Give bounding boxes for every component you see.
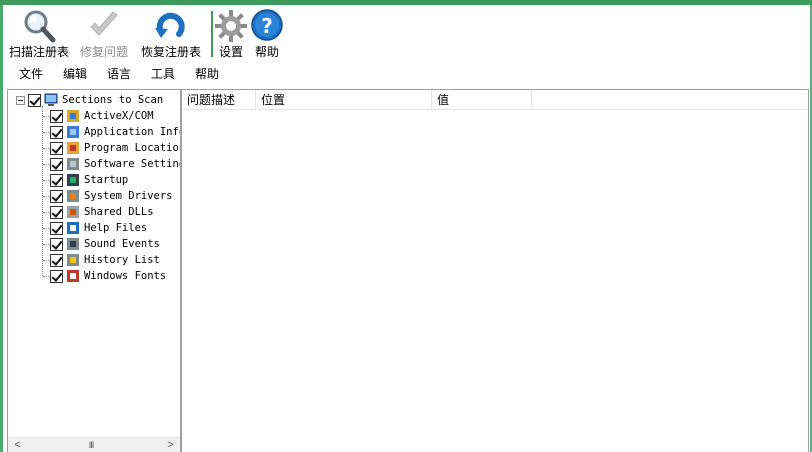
tree-item[interactable]: Application Info (50, 124, 181, 140)
tree-item[interactable]: Sound Events (50, 236, 160, 252)
tree-item-label: ActiveX/COM (84, 110, 154, 122)
tree-item-checkbox[interactable] (50, 221, 63, 235)
sections-tree[interactable]: Sections to Scan ActiveX/COM Application … (8, 90, 180, 438)
menu-language[interactable]: 语言 (107, 66, 131, 82)
column-value[interactable]: 值 (432, 90, 532, 110)
tree-item-label: Application Info (84, 126, 181, 138)
magnifier-icon (24, 10, 56, 43)
tree-item-checkbox[interactable] (50, 253, 63, 267)
tree-item[interactable]: Shared DLLs (50, 204, 154, 220)
tree-item[interactable]: Help Files (50, 220, 147, 236)
scroll-right-button[interactable]: > (163, 439, 178, 452)
checkmark-icon (90, 11, 118, 36)
tree-item-label: Sound Events (84, 238, 160, 250)
application-info-icon (67, 126, 79, 138)
scan-registry-button[interactable]: 扫描注册表 (7, 5, 71, 61)
settings-label: 设置 (218, 45, 243, 59)
help-label: 帮助 (254, 45, 279, 59)
tree-item[interactable]: Startup (50, 172, 128, 188)
svg-text:?: ? (261, 14, 273, 38)
program-locations-icon (67, 142, 79, 154)
tree-item-label: Program Locations (84, 142, 181, 154)
tree-item-checkbox[interactable] (50, 109, 63, 123)
tree-item-label: System Drivers (84, 190, 173, 202)
tree-item-checkbox[interactable] (50, 237, 63, 251)
sections-tree-panel: Sections to Scan ActiveX/COM Application … (7, 89, 181, 452)
tree-item[interactable]: System Drivers (50, 188, 173, 204)
tree-item-label: History List (84, 254, 160, 266)
tree-item[interactable]: Program Locations (50, 140, 181, 156)
tree-item-label: Help Files (84, 222, 148, 234)
restore-registry-label: 恢复注册表 (140, 45, 201, 59)
activex-icon (67, 110, 79, 122)
tree-item[interactable]: Software Settings (50, 156, 181, 172)
tree-item-label: Shared DLLs (84, 206, 154, 218)
menu-edit[interactable]: 编辑 (63, 66, 87, 82)
fix-issues-button[interactable]: 修复问题 (77, 5, 131, 61)
tree-item-label: Startup (84, 174, 129, 186)
scan-registry-label: 扫描注册表 (8, 45, 69, 59)
menu-help[interactable]: 帮助 (195, 66, 219, 82)
tree-item-checkbox[interactable] (50, 125, 63, 139)
tree-item[interactable]: Windows Fonts (50, 268, 166, 284)
computer-icon (44, 93, 58, 106)
toolbar: 扫描注册表 修复问题 恢复注册表 设置 ? 帮助 (3, 5, 808, 61)
shared-dlls-icon (67, 206, 79, 218)
menu-file[interactable]: 文件 (19, 66, 43, 82)
list-header: 问题描述 位置 值 (182, 90, 808, 110)
scroll-thumb-grip[interactable]: III (84, 440, 98, 450)
settings-button[interactable]: 设置 (215, 5, 247, 61)
tree-root-checkbox[interactable] (28, 93, 41, 107)
history-list-icon (67, 254, 79, 266)
menu-tools[interactable]: 工具 (151, 66, 175, 82)
issues-list-panel[interactable]: 问题描述 位置 值 (181, 89, 809, 452)
tree-root-node[interactable]: Sections to Scan (16, 92, 163, 108)
restore-arrow-icon (155, 12, 185, 38)
collapse-toggle[interactable] (16, 95, 25, 105)
tree-item-checkbox[interactable] (50, 157, 63, 171)
windows-fonts-icon (67, 270, 79, 282)
tree-item[interactable]: History List (50, 252, 160, 268)
menu-bar: 文件 编辑 语言 工具 帮助 (3, 63, 808, 85)
gear-icon (215, 10, 247, 42)
tree-item-label: Software Settings (84, 158, 181, 170)
scroll-left-button[interactable]: < (10, 439, 25, 452)
startup-icon (67, 174, 79, 186)
column-location[interactable]: 位置 (256, 90, 432, 110)
tree-root-label: Sections to Scan (62, 94, 164, 106)
help-button[interactable]: ? 帮助 (251, 5, 283, 61)
tree-item[interactable]: ActiveX/COM (50, 108, 154, 124)
fix-issues-label: 修复问题 (79, 45, 128, 59)
tree-item-checkbox[interactable] (50, 189, 63, 203)
help-files-icon (67, 222, 79, 234)
column-problem-description[interactable]: 问题描述 (182, 90, 256, 110)
sound-events-icon (67, 238, 79, 250)
system-drivers-icon (67, 190, 79, 202)
tree-item-checkbox[interactable] (50, 173, 63, 187)
software-settings-icon (67, 158, 79, 170)
restore-registry-button[interactable]: 恢复注册表 (139, 5, 203, 61)
help-icon: ? (251, 9, 283, 41)
tree-item-checkbox[interactable] (50, 141, 63, 155)
tree-horizontal-scrollbar[interactable]: < III > (8, 437, 180, 452)
tree-item-label: Windows Fonts (84, 270, 167, 282)
tree-item-checkbox[interactable] (50, 205, 63, 219)
tree-item-checkbox[interactable] (50, 269, 63, 283)
